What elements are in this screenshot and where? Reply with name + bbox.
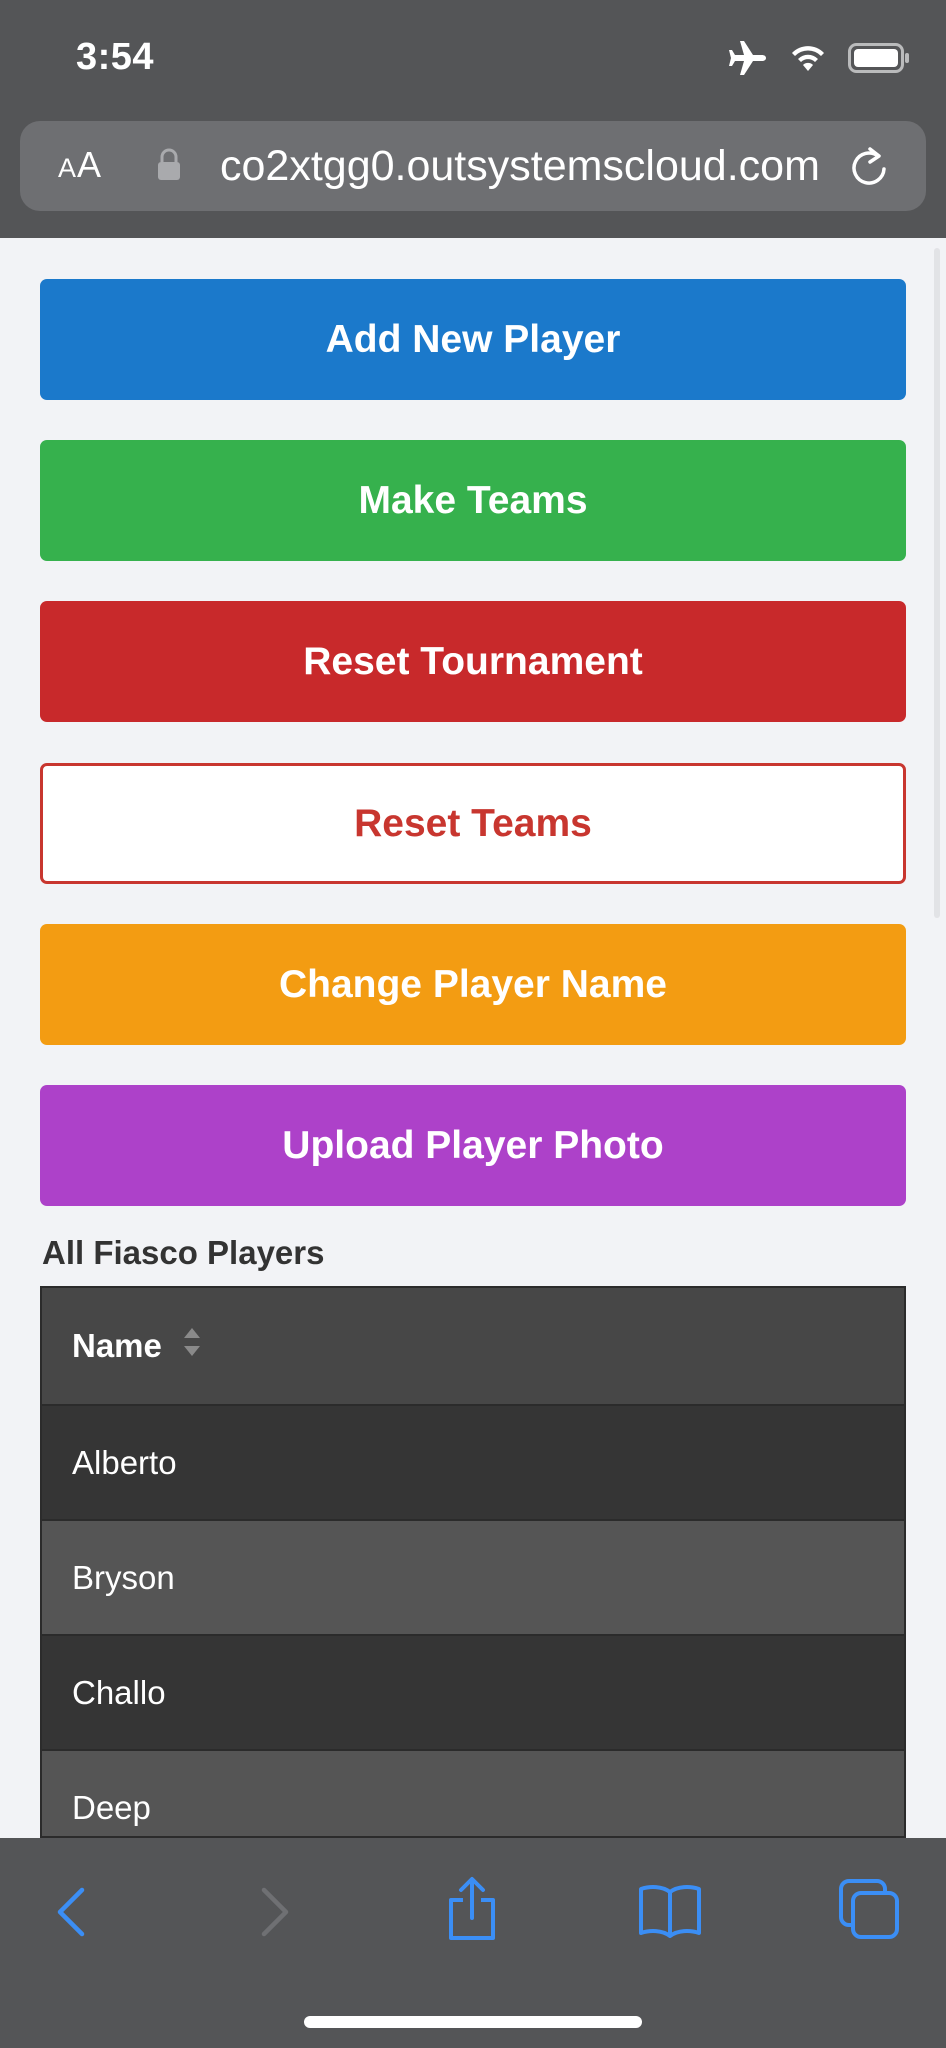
bookmarks-icon[interactable] xyxy=(638,1882,702,1943)
address-bar[interactable]: AA co2xtgg0.outsystemscloud.com xyxy=(20,121,926,211)
wifi-icon xyxy=(790,43,826,73)
name-column-header[interactable]: Name xyxy=(42,1288,904,1406)
status-time: 3:54 xyxy=(76,36,155,78)
home-indicator[interactable] xyxy=(304,2016,642,2028)
table-row[interactable]: Challo xyxy=(42,1636,904,1751)
add-new-player-button[interactable]: Add New Player xyxy=(40,279,906,400)
reload-icon[interactable] xyxy=(848,143,892,194)
reset-tournament-button[interactable]: Reset Tournament xyxy=(40,601,906,722)
player-name-cell: Alberto xyxy=(72,1443,177,1481)
upload-player-photo-button[interactable]: Upload Player Photo xyxy=(40,1085,906,1206)
browser-top-bar: 3:54 AA co2xtgg0.outsystemscloud.com xyxy=(0,0,946,238)
lock-icon xyxy=(155,147,183,188)
back-icon[interactable] xyxy=(52,1884,92,1945)
name-header-label: Name xyxy=(72,1327,162,1364)
players-section-title: All Fiasco Players xyxy=(42,1234,325,1271)
status-icons xyxy=(728,40,910,76)
sort-icon[interactable] xyxy=(182,1325,202,1367)
player-name-cell: Challo xyxy=(72,1673,166,1711)
page-content: Add New Player Make Teams Reset Tourname… xyxy=(0,238,946,1838)
tabs-icon[interactable] xyxy=(838,1878,900,1945)
share-icon[interactable] xyxy=(444,1876,500,1947)
table-row[interactable]: Deep xyxy=(42,1751,904,1836)
text-size-button[interactable]: AA xyxy=(58,145,102,188)
players-table: Name Alberto Bryson Challo Deep xyxy=(40,1286,906,1838)
table-row[interactable]: Bryson xyxy=(42,1521,904,1636)
scroll-indicator[interactable] xyxy=(934,248,940,918)
forward-icon[interactable] xyxy=(254,1884,294,1945)
player-name-cell: Bryson xyxy=(72,1558,175,1596)
change-player-name-button[interactable]: Change Player Name xyxy=(40,924,906,1045)
battery-icon xyxy=(848,43,910,73)
airplane-icon xyxy=(728,40,768,76)
browser-bottom-toolbar xyxy=(0,1838,946,2048)
make-teams-button[interactable]: Make Teams xyxy=(40,440,906,561)
player-name-cell: Deep xyxy=(72,1788,151,1826)
url-text: co2xtgg0.outsystemscloud.com xyxy=(220,142,820,190)
table-row[interactable]: Alberto xyxy=(42,1406,904,1521)
reset-teams-button[interactable]: Reset Teams xyxy=(40,763,906,884)
